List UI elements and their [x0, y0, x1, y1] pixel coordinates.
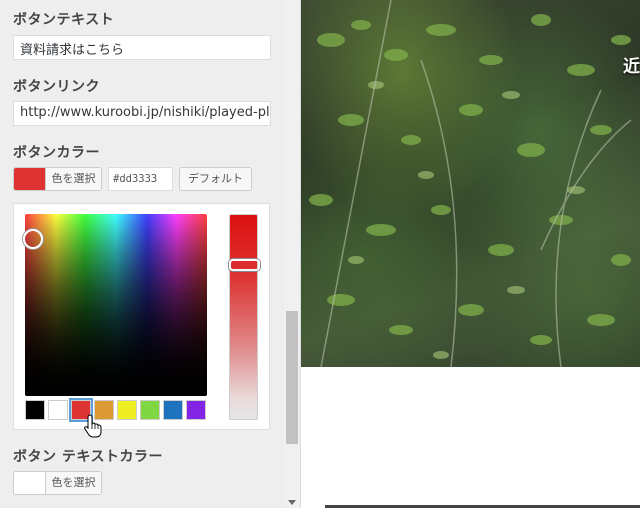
hue-strip[interactable] [229, 214, 260, 420]
palette-swatch[interactable] [140, 400, 160, 420]
hero-image: 近 [301, 0, 640, 367]
scroll-down-arrow-icon[interactable] [288, 500, 296, 505]
saturation-square[interactable] [23, 214, 207, 396]
button-link-input[interactable]: http://www.kuroobi.jp/nishiki/played-ple [13, 101, 271, 126]
site-preview: 近 [301, 0, 640, 508]
hex-color-input[interactable]: #dd3333 [108, 167, 173, 191]
button-text-color-label: ボタン テキストカラー [13, 449, 163, 465]
select-text-color-label: 色を選択 [45, 472, 101, 494]
palette-swatch[interactable] [186, 400, 206, 420]
button-text-color-row: 色を選択 [13, 471, 103, 495]
palette-swatch[interactable] [25, 400, 45, 420]
scrollbar-thumb[interactable] [286, 311, 298, 444]
button-color-row: 色を選択 #dd3333 デフォルト [13, 167, 253, 191]
hue-handle[interactable] [229, 259, 260, 271]
foliage-drawing [309, 0, 632, 367]
button-color-label: ボタンカラー [13, 145, 100, 161]
color-picker [13, 203, 270, 430]
select-color-button[interactable]: 色を選択 [13, 167, 102, 191]
select-color-label: 色を選択 [45, 168, 101, 190]
button-text-label: ボタンテキスト [13, 12, 115, 28]
hand-cursor-icon [84, 414, 102, 438]
saturation-handle[interactable] [23, 229, 43, 249]
button-link-label: ボタンリンク [13, 79, 100, 95]
palette-swatch[interactable] [163, 400, 183, 420]
hero-heading-fragment: 近 [623, 57, 640, 77]
select-text-color-button[interactable]: 色を選択 [13, 471, 102, 495]
text-color-swatch [14, 472, 45, 494]
color-swatch [14, 168, 45, 190]
default-color-button[interactable]: デフォルト [179, 167, 252, 191]
palette-swatch[interactable] [48, 400, 68, 420]
button-text-input[interactable]: 資料請求はこちら [13, 35, 271, 60]
customizer-panel: ボタンテキスト 資料請求はこちら ボタンリンク http://www.kuroo… [0, 0, 284, 508]
palette-swatch[interactable] [117, 400, 137, 420]
panel-scrollbar[interactable] [284, 0, 300, 508]
